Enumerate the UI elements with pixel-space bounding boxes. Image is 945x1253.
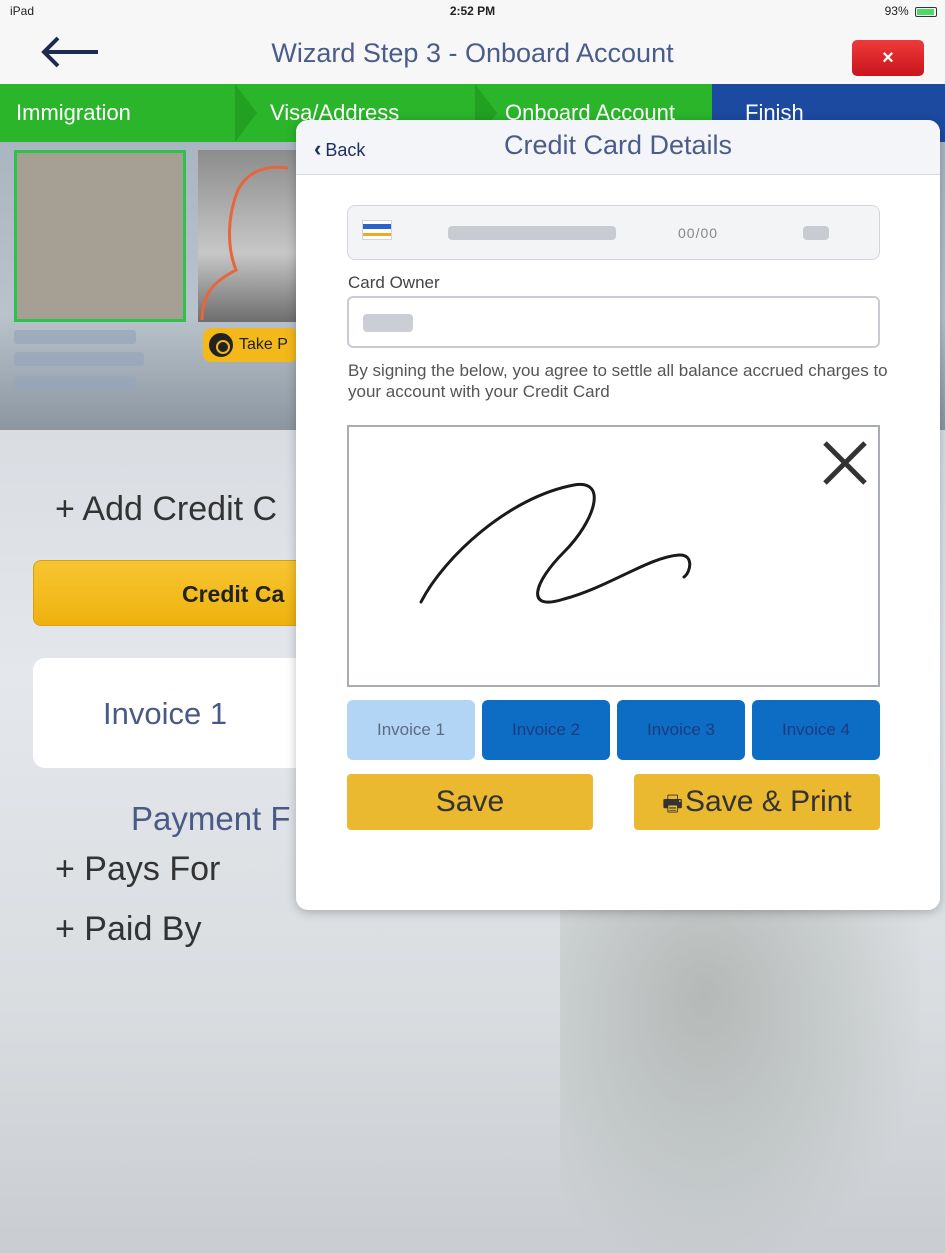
- step-immigration[interactable]: Immigration: [16, 100, 131, 126]
- close-button[interactable]: ×: [852, 40, 924, 76]
- invoice-tab-1[interactable]: Invoice 1: [347, 700, 475, 760]
- camera-icon: [209, 333, 233, 357]
- step-separator: [235, 84, 257, 142]
- agreement-text: By signing the below, you agree to settl…: [348, 361, 888, 401]
- clock: 2:52 PM: [449, 4, 496, 18]
- signature-pad[interactable]: [347, 425, 880, 687]
- save-print-button[interactable]: 🖶Save & Print: [634, 774, 880, 830]
- card-owner-input[interactable]: [347, 296, 880, 348]
- paid-by-link[interactable]: + Paid By: [55, 910, 201, 949]
- save-print-label: Save & Print: [685, 785, 852, 818]
- take-photo-button[interactable]: Take P: [203, 328, 298, 362]
- save-button[interactable]: Save: [347, 774, 593, 830]
- invoice-tab-4[interactable]: Invoice 4: [752, 700, 880, 760]
- signature-stroke: [419, 482, 692, 604]
- credit-card-bar-label: Credit Ca: [182, 581, 285, 607]
- redacted-text: [14, 376, 136, 390]
- document-photo[interactable]: [14, 150, 186, 322]
- redacted-text: [14, 352, 144, 366]
- card-number-masked: [448, 226, 616, 240]
- card-owner-label: Card Owner: [348, 273, 440, 292]
- printer-icon: 🖶: [662, 791, 684, 816]
- card-info-row[interactable]: 00/00: [347, 205, 880, 260]
- battery-percent: 93%: [884, 4, 909, 18]
- invoice-card-label: Invoice 1: [103, 696, 228, 731]
- profile-photo[interactable]: [198, 150, 298, 322]
- add-credit-card-link[interactable]: + Add Credit C: [55, 490, 277, 529]
- card-cvv-masked: [803, 226, 829, 240]
- redacted-text: [14, 330, 136, 344]
- pays-for-link[interactable]: + Pays For: [55, 850, 220, 889]
- battery-status: 93%: [885, 4, 937, 18]
- credit-card-details-modal: ‹ Back Credit Card Details 00/00 Card Own…: [296, 120, 940, 910]
- invoice-card[interactable]: Invoice 1: [33, 658, 313, 768]
- invoice-tab-2[interactable]: Invoice 2: [482, 700, 610, 760]
- visa-card-icon: [362, 220, 392, 240]
- battery-icon: [915, 6, 937, 17]
- card-owner-value-masked: [363, 314, 413, 332]
- take-photo-label: Take P: [239, 336, 288, 353]
- page-title: Wizard Step 3 - Onboard Account: [271, 38, 674, 68]
- credit-card-bar[interactable]: Credit Ca: [33, 560, 313, 626]
- person-silhouette-icon: [200, 165, 289, 321]
- status-bar: iPad 2:52 PM 93%: [0, 0, 945, 22]
- card-expiry: 00/00: [678, 225, 719, 241]
- modal-title: Credit Card Details: [503, 130, 733, 160]
- app-header: Wizard Step 3 - Onboard Account ×: [0, 22, 945, 84]
- invoice-tab-3[interactable]: Invoice 3: [617, 700, 745, 760]
- modal-header: ‹ Back Credit Card Details: [296, 120, 940, 175]
- payment-heading: Payment F: [131, 800, 291, 837]
